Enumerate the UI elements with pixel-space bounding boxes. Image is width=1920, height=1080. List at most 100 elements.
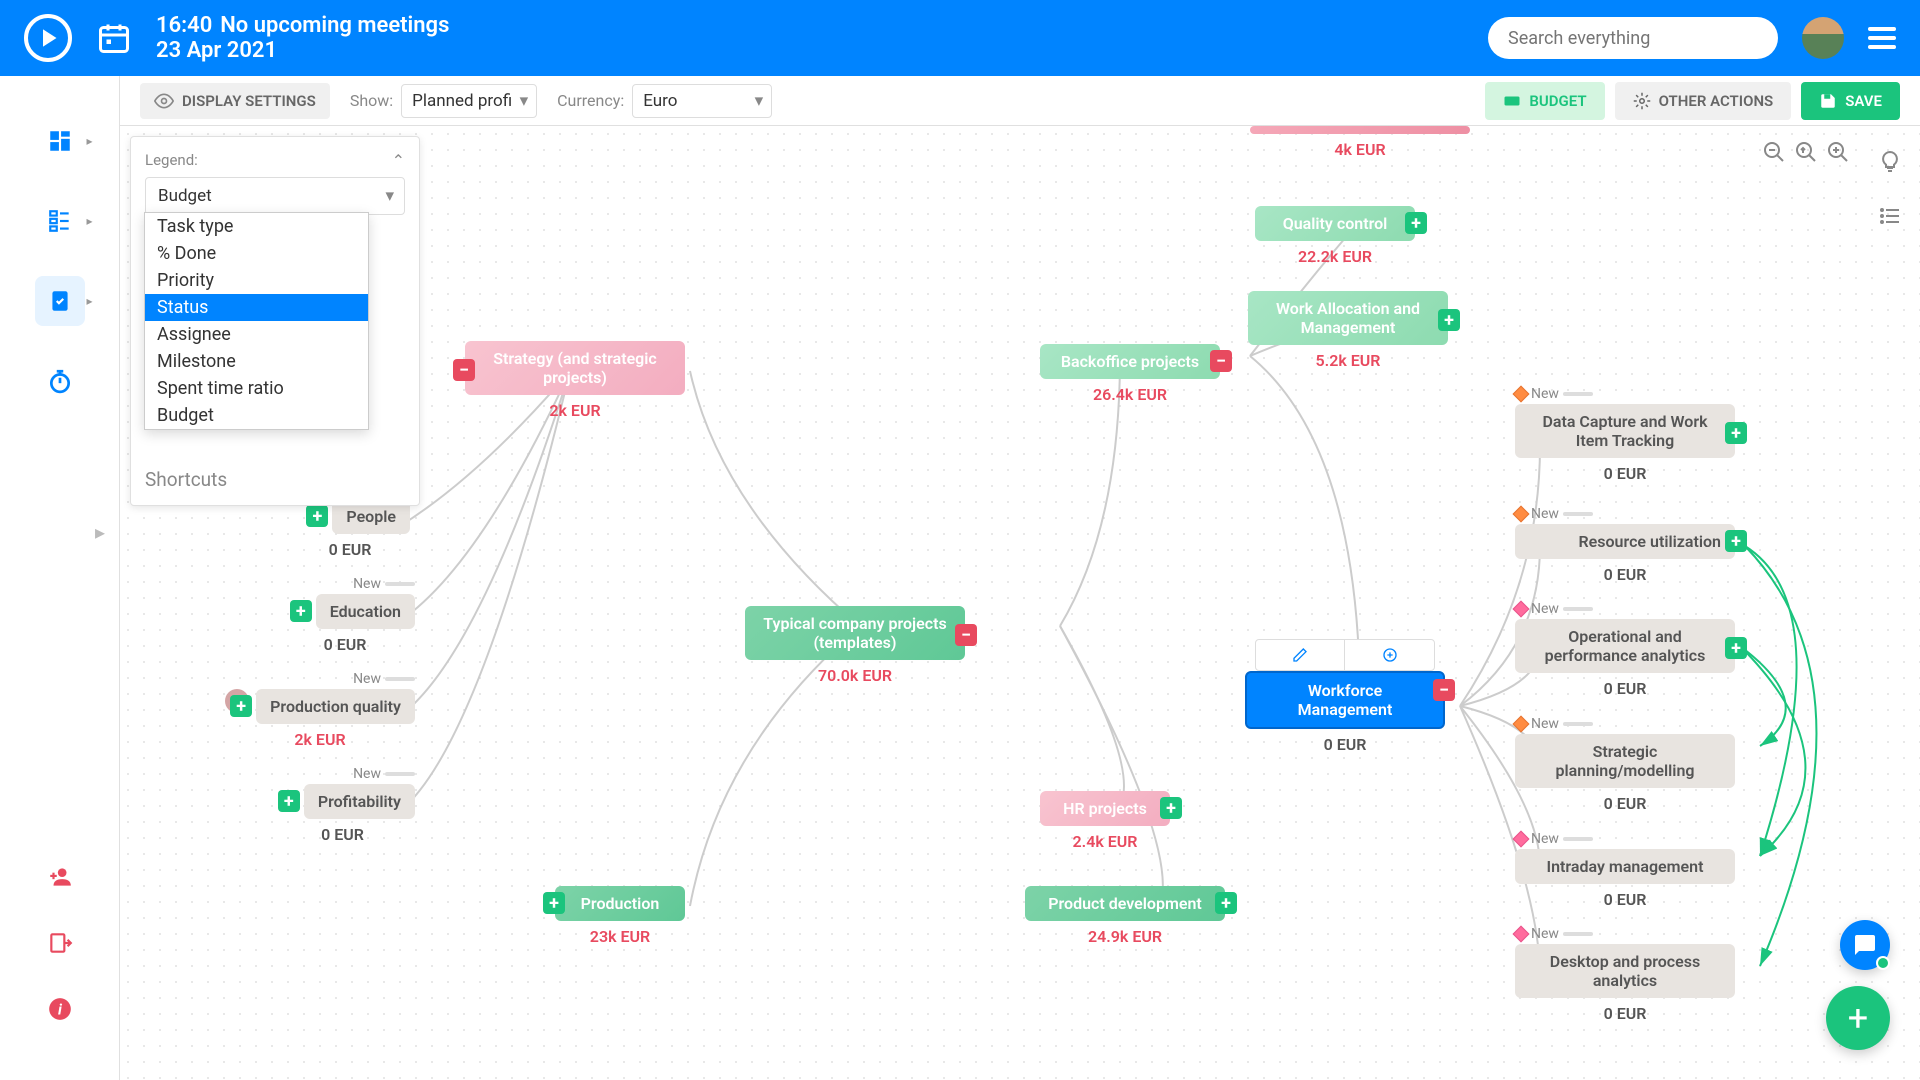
list-settings-icon[interactable] <box>1878 204 1902 228</box>
priority-diamond-icon <box>1513 716 1530 733</box>
node-edit-toolbar <box>1255 639 1435 671</box>
legend-dropdown: Task type % Done Priority Status Assigne… <box>144 212 369 430</box>
node-hr[interactable]: HR projects+ 2.4k EUR <box>1040 791 1170 851</box>
sidebar-expand-icon[interactable]: ▸ <box>95 520 105 544</box>
node-product-dev[interactable]: Product development+ 24.9k EUR <box>1025 886 1225 946</box>
zoom-out-icon[interactable] <box>1762 140 1786 164</box>
expand-icon[interactable]: + <box>290 600 312 622</box>
legend-collapse-icon[interactable]: ⌃ <box>392 151 405 170</box>
header-time: 16:40 <box>156 13 212 38</box>
header-date: 23 Apr 2021 <box>156 38 1488 63</box>
node-prod-quality[interactable]: New Production quality+ 2k EUR <box>225 671 415 749</box>
eye-icon <box>154 91 174 111</box>
sidebar-add-user[interactable] <box>35 852 85 902</box>
expand-icon[interactable]: + <box>1160 797 1182 819</box>
gear-icon <box>1633 92 1651 110</box>
expand-icon[interactable]: + <box>1438 309 1460 331</box>
legend-title: Legend: <box>145 151 405 169</box>
expand-icon[interactable]: + <box>230 695 252 717</box>
node-data-capture[interactable]: New Data Capture and Work Item Tracking+… <box>1515 386 1735 483</box>
priority-diamond-icon <box>1513 926 1530 943</box>
expand-icon[interactable]: + <box>543 892 565 914</box>
node-strategy[interactable]: Strategy (and strategic projects)− 2k EU… <box>465 341 685 420</box>
priority-diamond-icon <box>1513 386 1530 403</box>
search-input[interactable] <box>1488 17 1778 59</box>
node-work-allocation[interactable]: Work Allocation and Management+ 5.2k EUR <box>1248 291 1448 370</box>
node-backoffice[interactable]: Backoffice projects− 26.4k EUR <box>1040 344 1220 404</box>
priority-diamond-icon <box>1513 831 1530 848</box>
mindmap-canvas[interactable]: Legend: ⌃ Budget Task type % Done Priori… <box>120 126 1920 1080</box>
expand-icon[interactable]: + <box>1725 530 1747 552</box>
node-strategic-planning[interactable]: New Strategic planning/modelling 0 EUR <box>1515 716 1735 813</box>
calendar-icon[interactable] <box>96 20 132 56</box>
dropdown-item-done[interactable]: % Done <box>145 240 368 267</box>
collapse-icon[interactable]: − <box>955 624 977 646</box>
sidebar-logout[interactable] <box>35 918 85 968</box>
sidebar-timer[interactable] <box>35 356 85 406</box>
expand-icon[interactable]: + <box>1725 422 1747 444</box>
other-actions-button[interactable]: OTHER ACTIONS <box>1615 82 1792 120</box>
app-logo-icon[interactable] <box>24 14 72 62</box>
left-sidebar: ▸ ▸ ▸ i <box>0 76 120 1080</box>
currency-label: Currency: <box>557 91 624 110</box>
collapse-icon[interactable]: − <box>453 359 475 381</box>
priority-diamond-icon <box>1513 601 1530 618</box>
node-desktop[interactable]: New Desktop and process analytics 0 EUR <box>1515 926 1735 1023</box>
budget-button[interactable]: BUDGET <box>1485 82 1604 120</box>
node-top-partial[interactable]: 4k EUR <box>1250 126 1470 159</box>
node-typical-company[interactable]: Typical company projects (templates)− 70… <box>745 606 965 685</box>
dropdown-item-assignee[interactable]: Assignee <box>145 321 368 348</box>
node-operational[interactable]: New Operational and performance analytic… <box>1515 601 1735 698</box>
edit-node-icon[interactable] <box>1256 640 1345 670</box>
legend-panel: Legend: ⌃ Budget Task type % Done Priori… <box>130 136 420 506</box>
money-icon <box>1503 92 1521 110</box>
currency-select[interactable]: Euro <box>632 84 772 118</box>
node-education[interactable]: New Education+ 0 EUR <box>275 576 415 654</box>
lightbulb-icon[interactable] <box>1878 150 1902 174</box>
online-badge <box>1876 956 1890 970</box>
show-label: Show: <box>350 91 393 110</box>
collapse-icon[interactable]: − <box>1433 679 1455 701</box>
dropdown-item-spent[interactable]: Spent time ratio <box>145 375 368 402</box>
expand-icon[interactable]: + <box>306 505 328 527</box>
chat-icon <box>1853 933 1877 957</box>
dropdown-item-budget[interactable]: Budget <box>145 402 368 429</box>
top-header: 16:40 No upcoming meetings 23 Apr 2021 <box>0 0 1920 76</box>
header-info: 16:40 No upcoming meetings 23 Apr 2021 <box>156 13 1488 63</box>
header-meetings: No upcoming meetings <box>220 13 449 38</box>
user-avatar[interactable] <box>1802 17 1844 59</box>
sidebar-tasks[interactable]: ▸ <box>35 276 85 326</box>
add-child-icon[interactable] <box>1345 640 1434 670</box>
zoom-fit-icon[interactable] <box>1794 140 1818 164</box>
toolbar: DISPLAY SETTINGS Show: Planned profi Cur… <box>120 76 1920 126</box>
sidebar-info[interactable]: i <box>35 984 85 1034</box>
node-workforce-selected[interactable]: Workforce Management− 0 EUR <box>1245 671 1445 754</box>
node-quality-control[interactable]: Quality control+ 22.2k EUR <box>1255 206 1415 266</box>
sidebar-dashboard[interactable]: ▸ <box>35 116 85 166</box>
dropdown-item-status[interactable]: Status <box>145 294 368 321</box>
main-menu-icon[interactable] <box>1868 27 1896 49</box>
node-intraday[interactable]: New Intraday management 0 EUR <box>1515 831 1735 909</box>
save-icon <box>1819 92 1837 110</box>
dropdown-item-tasktype[interactable]: Task type <box>145 213 368 240</box>
display-settings-button[interactable]: DISPLAY SETTINGS <box>140 83 330 119</box>
collapse-icon[interactable]: − <box>1210 350 1232 372</box>
save-button[interactable]: SAVE <box>1801 82 1900 120</box>
node-profitability[interactable]: New Profitability+ 0 EUR <box>270 766 415 844</box>
zoom-in-icon[interactable] <box>1826 140 1850 164</box>
legend-select[interactable]: Budget <box>145 177 405 215</box>
expand-icon[interactable]: + <box>278 790 300 812</box>
chat-fab[interactable] <box>1840 920 1890 970</box>
node-production[interactable]: Production+ 23k EUR <box>555 886 685 946</box>
add-fab[interactable]: + <box>1826 986 1890 1050</box>
expand-icon[interactable]: + <box>1405 212 1427 234</box>
dropdown-item-milestone[interactable]: Milestone <box>145 348 368 375</box>
sidebar-hierarchy[interactable]: ▸ <box>35 196 85 246</box>
expand-icon[interactable]: + <box>1725 637 1747 659</box>
expand-icon[interactable]: + <box>1215 892 1237 914</box>
priority-diamond-icon <box>1513 506 1530 523</box>
node-resource-util[interactable]: New Resource utilization+ 0 EUR <box>1515 506 1735 584</box>
dropdown-item-priority[interactable]: Priority <box>145 267 368 294</box>
shortcuts-label[interactable]: Shortcuts <box>145 468 405 491</box>
show-select[interactable]: Planned profi <box>401 84 537 118</box>
